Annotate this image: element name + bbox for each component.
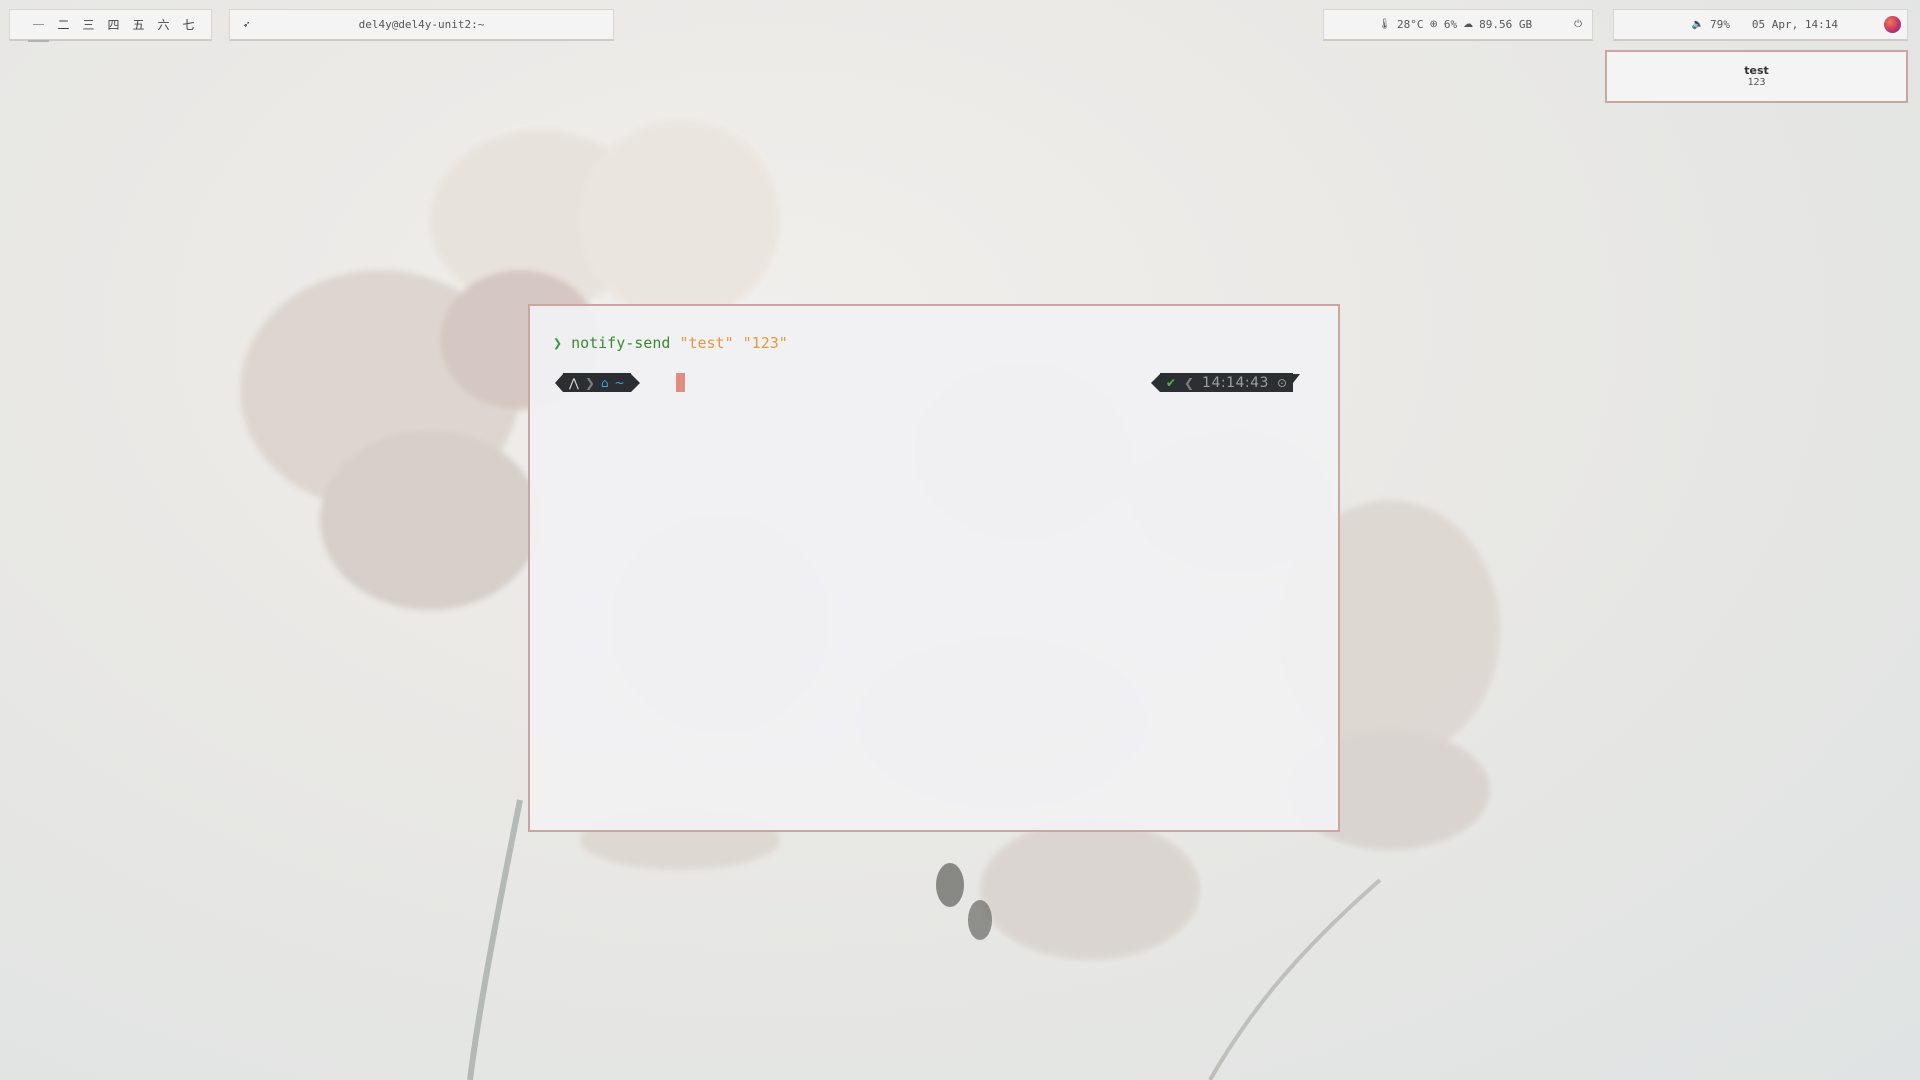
arch-logo-icon[interactable]	[1884, 16, 1901, 33]
prompt-right-segment: ✔ ❮ 14:14:43 ⊙	[1150, 373, 1300, 392]
clock-icon: ⊙	[1276, 375, 1287, 390]
prompt-time: 14:14:43	[1202, 374, 1269, 391]
command-name: notify-send	[571, 334, 671, 352]
prompt-symbol: ❯	[553, 334, 563, 352]
arch-prompt-icon: ⋀	[569, 375, 579, 390]
thermometer-icon: 🌡	[1378, 19, 1391, 30]
temperature-value: 28°C	[1396, 18, 1424, 31]
volume-value[interactable]: 79%	[1710, 18, 1730, 31]
datetime[interactable]: 05 Apr, 14:14	[1752, 18, 1838, 31]
volume-icon[interactable]: 🔈	[1692, 19, 1704, 30]
command-arg-1: "test"	[679, 334, 734, 352]
notification-summary: test	[1744, 64, 1769, 77]
window-title: del4y@del4y-unit2:~	[358, 18, 485, 31]
disk-value: 89.56 GB	[1479, 18, 1533, 31]
command-line: ❯ notify-send "test" "123"	[553, 334, 788, 352]
clock-bar: 🔈 79% 05 Apr, 14:14	[1613, 9, 1908, 41]
cloud-icon: ☁	[1463, 19, 1474, 30]
workspace-6[interactable]: 六	[151, 16, 176, 33]
workspace-bar: 一 二 三 四 五 六 七	[9, 9, 212, 42]
notification-popup[interactable]: test 123	[1605, 50, 1908, 103]
path-value: ~	[614, 375, 625, 390]
window-title-bar: ➶ del4y@del4y-unit2:~	[229, 9, 614, 41]
workspace-2[interactable]: 二	[51, 16, 76, 33]
workspace-4[interactable]: 四	[101, 16, 126, 33]
home-icon: ⌂	[600, 375, 609, 390]
cpu-value: 6%	[1443, 18, 1458, 31]
terminal-cursor	[676, 373, 685, 392]
power-icon[interactable]: ⏻	[1574, 19, 1582, 30]
system-stats-bar: 🌡 28°C ⊕ 6% ☁ 89.56 GB ⏻	[1323, 9, 1593, 41]
workspace-7[interactable]: 七	[176, 16, 201, 33]
terminal-window[interactable]: ❯ notify-send "test" "123" ⋀ ❯ ⌂ ~ ✔ ❮ 1…	[528, 304, 1340, 832]
command-arg-2: "123"	[742, 334, 788, 352]
rocket-icon[interactable]: ➶	[243, 18, 250, 31]
workspace-5[interactable]: 五	[126, 16, 151, 33]
workspace-3[interactable]: 三	[76, 16, 101, 33]
workspace-1[interactable]: 一	[26, 16, 51, 42]
status-check-icon: ✔	[1165, 375, 1176, 390]
notification-body: 123	[1747, 77, 1766, 88]
prompt-left-segment: ⋀ ❯ ⌂ ~	[555, 373, 640, 392]
cpu-icon: ⊕	[1429, 19, 1438, 30]
